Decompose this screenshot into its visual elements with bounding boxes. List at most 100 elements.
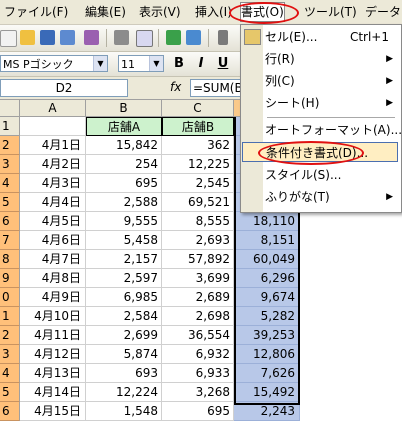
row-header[interactable]: 9 bbox=[0, 269, 20, 288]
font-size-select[interactable]: 11 ▼ bbox=[118, 55, 164, 72]
table-cell[interactable]: 3,268 bbox=[162, 383, 234, 402]
table-cell[interactable]: 4月3日 bbox=[20, 174, 86, 193]
font-name-select[interactable]: MS Pゴシック ▼ bbox=[0, 55, 108, 72]
column-header-c[interactable]: C bbox=[162, 100, 234, 117]
table-cell[interactable]: 12,225 bbox=[162, 155, 234, 174]
table-cell[interactable]: 4月6日 bbox=[20, 231, 86, 250]
chevron-down-icon[interactable]: ▼ bbox=[149, 56, 163, 71]
new-file-icon[interactable] bbox=[0, 30, 17, 47]
row-header[interactable]: 2 bbox=[0, 326, 20, 345]
row-header[interactable]: 8 bbox=[0, 250, 20, 269]
name-box[interactable]: D2 bbox=[0, 79, 128, 97]
table-cell[interactable]: 254 bbox=[86, 155, 162, 174]
research-icon[interactable] bbox=[186, 30, 201, 45]
table-cell[interactable]: 9,555 bbox=[86, 212, 162, 231]
table-cell[interactable]: 2,545 bbox=[162, 174, 234, 193]
row-header[interactable]: 1 bbox=[0, 307, 20, 326]
table-cell[interactable]: 57,892 bbox=[162, 250, 234, 269]
table-cell[interactable]: 6,296 bbox=[234, 269, 300, 288]
table-cell[interactable]: 2,699 bbox=[86, 326, 162, 345]
select-all-corner[interactable] bbox=[0, 100, 20, 117]
table-cell[interactable]: 5,458 bbox=[86, 231, 162, 250]
table-cell[interactable]: 693 bbox=[86, 364, 162, 383]
table-cell[interactable]: 2,698 bbox=[162, 307, 234, 326]
print-preview-icon[interactable] bbox=[136, 30, 153, 47]
table-cell[interactable]: 695 bbox=[86, 174, 162, 193]
row-header[interactable]: 5 bbox=[0, 383, 20, 402]
table-cell[interactable]: 1,548 bbox=[86, 402, 162, 421]
table-cell[interactable]: 8,151 bbox=[234, 231, 300, 250]
menu-item-column[interactable]: 列(C) ▶ bbox=[265, 71, 399, 91]
table-cell[interactable]: 4月11日 bbox=[20, 326, 86, 345]
table-cell[interactable]: 4月13日 bbox=[20, 364, 86, 383]
function-icon[interactable]: fx bbox=[170, 80, 181, 94]
menu-tools[interactable]: ツール(T) bbox=[304, 4, 357, 20]
table-cell[interactable]: 6,985 bbox=[86, 288, 162, 307]
row-header[interactable]: 3 bbox=[0, 345, 20, 364]
row-header[interactable]: 4 bbox=[0, 174, 20, 193]
cell[interactable] bbox=[20, 117, 86, 136]
header-cell-store-b[interactable]: 店舗B bbox=[162, 117, 234, 136]
email-icon[interactable] bbox=[84, 30, 99, 45]
table-cell[interactable]: 2,584 bbox=[86, 307, 162, 326]
row-header[interactable]: 5 bbox=[0, 193, 20, 212]
table-cell[interactable]: 15,492 bbox=[234, 383, 300, 402]
header-cell-store-a[interactable]: 店舗A bbox=[86, 117, 162, 136]
underline-button[interactable]: U bbox=[214, 55, 232, 73]
table-cell[interactable]: 60,049 bbox=[234, 250, 300, 269]
table-cell[interactable]: 6,933 bbox=[162, 364, 234, 383]
row-header[interactable]: 4 bbox=[0, 364, 20, 383]
table-cell[interactable]: 4月8日 bbox=[20, 269, 86, 288]
table-cell[interactable]: 69,521 bbox=[162, 193, 234, 212]
table-cell[interactable]: 2,588 bbox=[86, 193, 162, 212]
table-cell[interactable]: 5,282 bbox=[234, 307, 300, 326]
menu-item-conditional-formatting[interactable]: 条件付き書式(D)... bbox=[242, 142, 398, 162]
menu-item-row[interactable]: 行(R) ▶ bbox=[265, 49, 399, 69]
table-cell[interactable]: 39,253 bbox=[234, 326, 300, 345]
table-cell[interactable]: 4月5日 bbox=[20, 212, 86, 231]
table-cell[interactable]: 2,243 bbox=[234, 402, 300, 421]
row-header[interactable]: 1 bbox=[0, 117, 20, 136]
column-header-b[interactable]: B bbox=[86, 100, 162, 117]
table-cell[interactable]: 8,555 bbox=[162, 212, 234, 231]
row-header[interactable]: 2 bbox=[0, 136, 20, 155]
table-cell[interactable]: 7,626 bbox=[234, 364, 300, 383]
table-cell[interactable]: 2,597 bbox=[86, 269, 162, 288]
row-header[interactable]: 7 bbox=[0, 231, 20, 250]
table-cell[interactable]: 4月12日 bbox=[20, 345, 86, 364]
table-cell[interactable]: 4月15日 bbox=[20, 402, 86, 421]
menu-view[interactable]: 表示(V) bbox=[139, 4, 181, 20]
table-cell[interactable]: 2,693 bbox=[162, 231, 234, 250]
table-cell[interactable]: 36,554 bbox=[162, 326, 234, 345]
row-header[interactable]: 3 bbox=[0, 155, 20, 174]
spelling-icon[interactable] bbox=[166, 30, 181, 45]
table-cell[interactable]: 4月9日 bbox=[20, 288, 86, 307]
table-cell[interactable]: 4月7日 bbox=[20, 250, 86, 269]
table-cell[interactable]: 12,224 bbox=[86, 383, 162, 402]
permission-icon[interactable] bbox=[60, 30, 75, 45]
table-cell[interactable]: 4月14日 bbox=[20, 383, 86, 402]
cut-icon[interactable] bbox=[218, 30, 228, 45]
bold-button[interactable]: B bbox=[170, 55, 188, 73]
table-cell[interactable]: 6,932 bbox=[162, 345, 234, 364]
table-cell[interactable]: 4月1日 bbox=[20, 136, 86, 155]
column-header-a[interactable]: A bbox=[20, 100, 86, 117]
menu-format[interactable]: 書式(O) bbox=[240, 2, 285, 22]
row-header[interactable]: 0 bbox=[0, 288, 20, 307]
table-cell[interactable]: 18,110 bbox=[234, 212, 300, 231]
row-header[interactable]: 6 bbox=[0, 212, 20, 231]
table-cell[interactable]: 12,806 bbox=[234, 345, 300, 364]
italic-button[interactable]: I bbox=[192, 55, 210, 73]
menu-item-style[interactable]: スタイル(S)... bbox=[265, 165, 399, 185]
menu-item-sheet[interactable]: シート(H) ▶ bbox=[265, 93, 399, 113]
menu-item-cells[interactable]: セル(E)... Ctrl+1 bbox=[265, 27, 399, 47]
table-cell[interactable]: 2,157 bbox=[86, 250, 162, 269]
table-cell[interactable]: 15,842 bbox=[86, 136, 162, 155]
table-cell[interactable]: 4月4日 bbox=[20, 193, 86, 212]
menu-item-furigana[interactable]: ふりがな(T) ▶ bbox=[265, 187, 399, 207]
menu-item-autoformat[interactable]: オートフォーマット(A)... bbox=[265, 120, 402, 140]
row-header[interactable]: 6 bbox=[0, 402, 20, 421]
table-cell[interactable]: 4月2日 bbox=[20, 155, 86, 174]
table-cell[interactable]: 2,689 bbox=[162, 288, 234, 307]
table-cell[interactable]: 695 bbox=[162, 402, 234, 421]
